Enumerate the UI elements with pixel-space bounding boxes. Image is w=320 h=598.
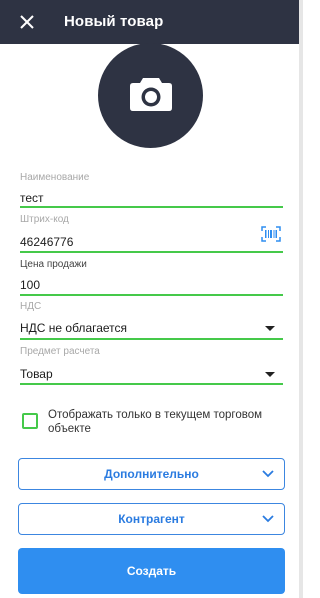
barcode-underline bbox=[20, 251, 283, 253]
barcode-label: Штрих-код bbox=[20, 214, 69, 225]
name-underline bbox=[20, 206, 283, 208]
additional-section-button[interactable]: Дополнительно bbox=[18, 458, 285, 490]
price-value[interactable]: 100 bbox=[20, 278, 40, 292]
name-label: Наименование bbox=[20, 172, 90, 183]
subject-value[interactable]: Товар bbox=[20, 367, 53, 381]
chevron-down-icon bbox=[262, 470, 274, 478]
current-store-only-toggle[interactable]: Отображать только в текущем торговом объ… bbox=[22, 408, 282, 440]
create-label: Создать bbox=[126, 564, 177, 578]
create-button[interactable]: Создать bbox=[18, 548, 285, 594]
name-value[interactable]: тест bbox=[20, 191, 44, 205]
subject-label: Предмет расчета bbox=[20, 346, 100, 357]
barcode-scan-icon[interactable] bbox=[261, 226, 281, 242]
name-field[interactable]: Наименование тест bbox=[20, 172, 283, 208]
counterparty-section-button[interactable]: Контрагент bbox=[18, 503, 285, 535]
chevron-down-icon[interactable] bbox=[265, 326, 275, 331]
chevron-down-icon[interactable] bbox=[265, 372, 275, 377]
close-button[interactable] bbox=[16, 11, 38, 33]
additional-label: Дополнительно bbox=[104, 467, 199, 481]
subject-select[interactable]: Предмет расчета Товар bbox=[20, 346, 283, 385]
barcode-value[interactable]: 46246776 bbox=[20, 235, 73, 249]
scroll-edge bbox=[299, 0, 303, 598]
vat-underline bbox=[20, 338, 283, 340]
vat-value[interactable]: НДС не облагается bbox=[20, 321, 127, 335]
subject-underline bbox=[20, 383, 283, 385]
chevron-down-icon bbox=[262, 515, 274, 523]
price-underline bbox=[20, 294, 283, 296]
product-photo-button[interactable] bbox=[98, 43, 203, 148]
price-label: Цена продажи bbox=[20, 259, 87, 270]
checkbox-label: Отображать только в текущем торговом объ… bbox=[48, 409, 263, 435]
camera-icon bbox=[130, 78, 172, 111]
page-title: Новый товар bbox=[64, 13, 164, 30]
barcode-field[interactable]: Штрих-код 46246776 bbox=[20, 214, 283, 253]
price-field[interactable]: Цена продажи 100 bbox=[20, 259, 283, 297]
counterparty-label: Контрагент bbox=[118, 512, 185, 526]
checkbox[interactable] bbox=[22, 413, 38, 429]
vat-label: НДС bbox=[20, 301, 42, 312]
app-header: Новый товар bbox=[0, 0, 299, 44]
vat-select[interactable]: НДС НДС не облагается bbox=[20, 301, 283, 340]
close-icon bbox=[20, 15, 34, 29]
